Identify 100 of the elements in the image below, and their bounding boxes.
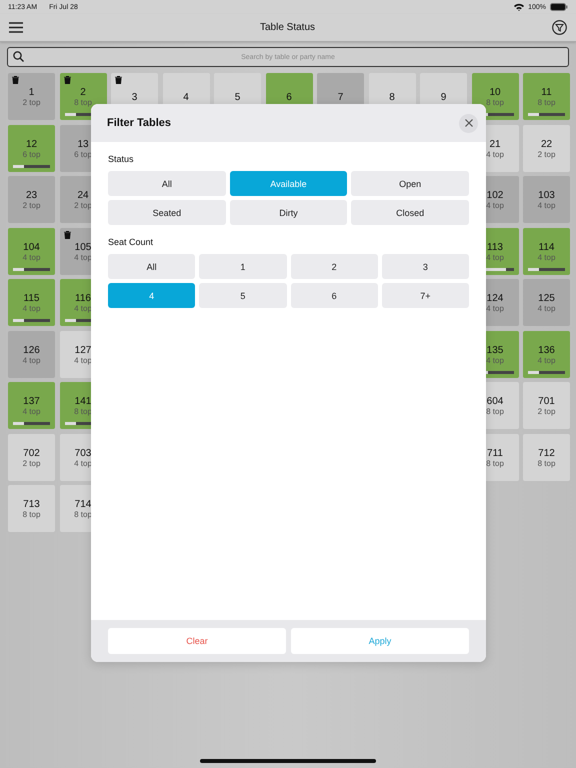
seat-count: 8 top (486, 98, 504, 108)
table-number: 5 (234, 92, 240, 103)
section-label: Seat Count (108, 237, 154, 247)
menu-icon[interactable] (9, 22, 23, 33)
table-number: 6 (286, 92, 292, 103)
seat-count: 2 top (538, 150, 556, 160)
seat-option[interactable]: 2 (290, 254, 378, 279)
table-tile[interactable]: 1 2 top (8, 73, 55, 120)
table-number: 10 (489, 87, 501, 98)
table-number: 3 (132, 92, 138, 103)
seat-count: 4 top (22, 252, 40, 262)
seat-count: 8 top (486, 458, 504, 468)
table-tile[interactable]: 701 2 top (523, 382, 570, 429)
table-number: 22 (540, 138, 552, 150)
seat-option[interactable]: 1 (199, 254, 286, 279)
table-number: 2 (80, 87, 86, 98)
seat-option[interactable]: 6 (290, 283, 378, 308)
table-number: 124 (486, 293, 504, 304)
table-tile[interactable]: 126 4 top (8, 330, 55, 378)
table-number: 126 (23, 344, 40, 356)
progress-bar (13, 164, 50, 168)
seat-option[interactable]: 3 (382, 254, 469, 279)
table-number: 8 (389, 92, 395, 103)
table-tile[interactable]: 12 6 top (8, 124, 55, 172)
table-number: 115 (24, 293, 40, 304)
table-number: 13 (77, 138, 89, 150)
table-tile[interactable]: 23 2 top (8, 176, 55, 223)
table-number: 114 (538, 242, 554, 252)
table-tile[interactable]: 713 8 top (8, 485, 55, 532)
page-title: Table Status (258, 22, 316, 33)
wifi-icon (514, 3, 524, 11)
table-tile[interactable]: 114 4 top (523, 228, 570, 274)
table-tile[interactable]: 712 8 top (523, 434, 570, 480)
table-tile[interactable]: 136 4 top (523, 330, 570, 378)
table-tile[interactable]: 115 4 top (8, 279, 55, 326)
status-option[interactable]: All (108, 171, 226, 196)
table-number: 103 (538, 190, 555, 201)
progress-bar (13, 422, 50, 425)
seat-count: 4 top (538, 304, 556, 314)
table-tile[interactable]: 125 4 top (523, 279, 570, 326)
seat-count: 2 top (538, 407, 556, 417)
table-tile[interactable]: 103 4 top (523, 176, 570, 223)
seat-count: 4 top (22, 356, 40, 366)
seat-count: 8 top (74, 98, 92, 108)
table-number: 11 (541, 87, 552, 98)
table-tile[interactable]: 22 2 top (523, 124, 570, 172)
status-option[interactable]: Dirty (230, 200, 348, 225)
seat-count: 4 top (538, 356, 556, 366)
seat-count: 8 top (22, 510, 40, 520)
table-tile[interactable]: 2 8 top (60, 73, 106, 120)
seat-count: 8 top (538, 458, 556, 468)
seat-count: 8 top (486, 407, 504, 417)
progress-bar (13, 319, 50, 322)
status-option[interactable]: Seated (108, 200, 226, 225)
table-number: 4 (183, 92, 189, 103)
seat-option[interactable]: 7+ (382, 283, 469, 308)
table-number: 1 (28, 87, 34, 98)
battery-icon (550, 3, 568, 11)
status-option[interactable]: Open (351, 171, 469, 196)
seat-count: 4 top (486, 356, 504, 366)
seat-count: 8 top (538, 98, 556, 108)
seat-count: 2 top (22, 201, 40, 211)
table-number: 127 (74, 344, 92, 356)
progress-bar (528, 370, 565, 374)
table-tile[interactable]: 702 2 top (8, 434, 55, 480)
table-number: 703 (74, 448, 92, 458)
seat-count: 2 top (22, 458, 40, 468)
table-number: 24 (77, 190, 89, 201)
dialog-title: Filter Tables (107, 117, 171, 129)
table-tile[interactable]: 137 4 top (8, 382, 55, 429)
progress-bar (13, 268, 50, 270)
seat-count: 4 top (486, 252, 504, 262)
seat-count: 4 top (486, 150, 504, 160)
clear-button[interactable]: Clear (108, 628, 286, 654)
table-number: 135 (486, 344, 504, 356)
table-number: 102 (486, 190, 504, 201)
close-button[interactable] (459, 114, 478, 132)
seat-option[interactable]: 5 (199, 283, 286, 308)
close-icon (464, 119, 472, 127)
seat-count: 4 top (486, 304, 504, 314)
status-option[interactable]: Closed (351, 200, 469, 225)
table-number: 141 (74, 396, 92, 407)
section-label: Status (108, 154, 134, 164)
table-number: 136 (538, 344, 555, 356)
table-number: 113 (487, 242, 503, 252)
table-number: 125 (538, 293, 555, 304)
filter-icon[interactable] (552, 20, 567, 35)
table-number: 116 (75, 293, 91, 304)
table-number: 714 (74, 499, 92, 510)
table-number: 713 (23, 499, 40, 510)
seat-count: 6 top (22, 150, 40, 160)
table-number: 137 (23, 396, 40, 407)
table-tile[interactable]: 11 8 top (523, 73, 570, 120)
table-number: 604 (486, 396, 504, 407)
search-icon (13, 51, 24, 62)
table-tile[interactable]: 10 8 top (472, 73, 518, 120)
seat-option[interactable]: All (108, 254, 196, 279)
table-tile[interactable]: 104 4 top (8, 228, 55, 274)
table-number: 104 (23, 242, 40, 252)
seat-count: 4 top (22, 304, 40, 314)
